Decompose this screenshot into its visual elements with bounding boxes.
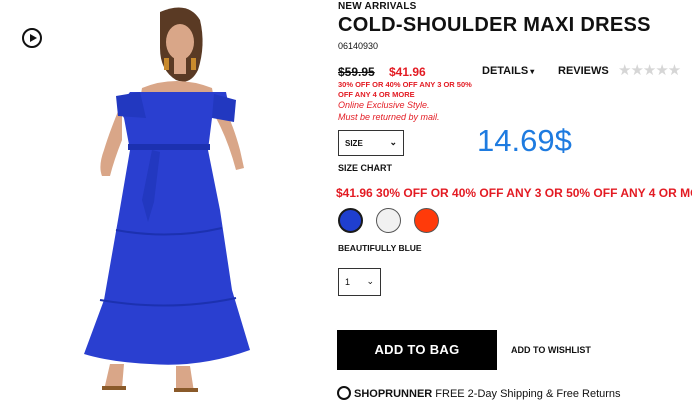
product-title: COLD-SHOULDER MAXI DRESS bbox=[338, 14, 651, 36]
chevron-down-icon: ▾ bbox=[530, 67, 535, 76]
reviews-tab[interactable]: REVIEWS bbox=[558, 65, 609, 77]
shoprunner-logo-icon bbox=[337, 386, 351, 400]
chevron-down-icon: ⌄ bbox=[366, 276, 374, 286]
size-dropdown-label: SIZE bbox=[345, 139, 363, 148]
sale-price: $41.96 bbox=[389, 65, 426, 79]
promo-text: 30% OFF OR 40% OFF ANY 3 OR 50% OFF ANY … bbox=[338, 80, 472, 99]
rating-stars-icon[interactable]: ★★★★★ bbox=[618, 61, 681, 79]
category-label[interactable]: NEW ARRIVALS bbox=[338, 1, 417, 12]
shoprunner-text: FREE 2-Day Shipping & Free Returns bbox=[432, 388, 621, 400]
selected-color-name: BEAUTIFULLY BLUE bbox=[338, 243, 422, 253]
shoprunner-banner[interactable]: SHOPRUNNER FREE 2-Day Shipping & Free Re… bbox=[354, 388, 621, 400]
quantity-dropdown[interactable]: 1 ⌄ bbox=[338, 268, 381, 296]
color-swatch-red[interactable] bbox=[414, 208, 439, 233]
shoprunner-brand: SHOPRUNNER bbox=[354, 388, 433, 400]
product-image[interactable] bbox=[0, 0, 325, 400]
return-note: Must be returned by mail. bbox=[338, 112, 440, 122]
chevron-down-icon: ⌄ bbox=[389, 137, 397, 147]
color-swatch-white[interactable] bbox=[376, 208, 401, 233]
size-chart-link[interactable]: SIZE CHART bbox=[338, 163, 392, 173]
overlay-price: 14.69$ bbox=[477, 123, 572, 158]
details-label: DETAILS bbox=[482, 65, 529, 77]
play-video-icon[interactable] bbox=[22, 28, 42, 48]
promo-line: $41.96 30% OFF OR 40% OFF ANY 3 OR 50% O… bbox=[336, 186, 692, 200]
product-sku: 06140930 bbox=[338, 41, 379, 51]
add-to-wishlist-link[interactable]: ADD TO WISHLIST bbox=[511, 345, 591, 355]
online-exclusive-note: Online Exclusive Style. bbox=[338, 100, 430, 110]
play-triangle bbox=[30, 34, 37, 42]
add-to-bag-button[interactable]: ADD TO BAG bbox=[337, 330, 497, 370]
details-tab[interactable]: DETAILS ▾ bbox=[482, 65, 534, 77]
original-price: $59.95 bbox=[338, 65, 375, 79]
model-wearing-dress-illustration bbox=[84, 7, 250, 392]
quantity-value: 1 bbox=[345, 277, 351, 287]
color-swatch-blue[interactable] bbox=[338, 208, 363, 233]
size-dropdown[interactable]: SIZE ⌄ bbox=[338, 130, 404, 156]
